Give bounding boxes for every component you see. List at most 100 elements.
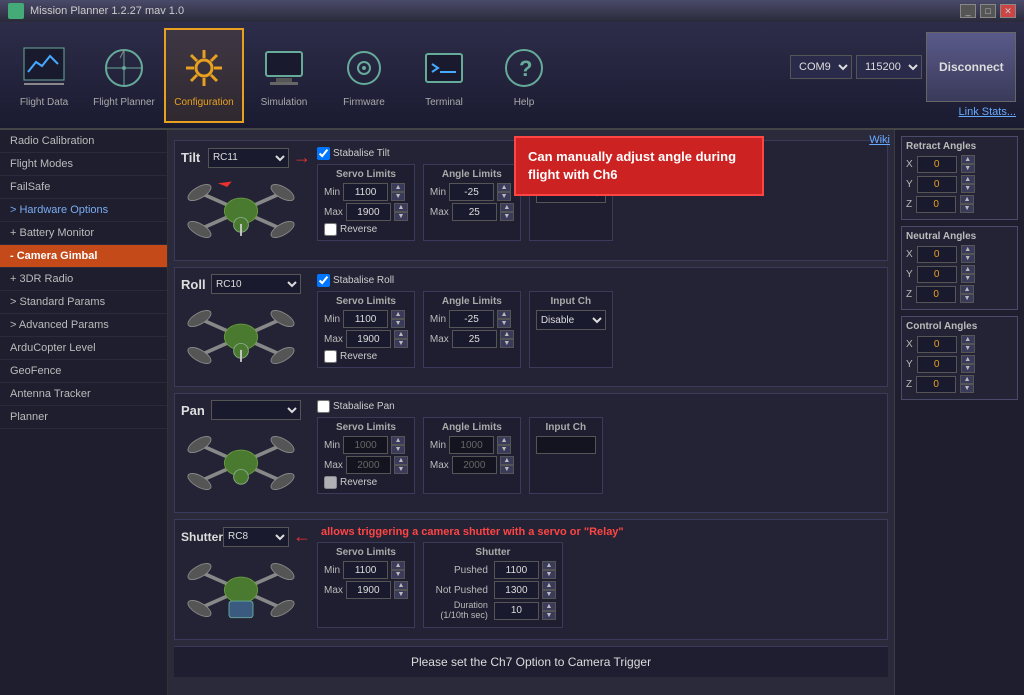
port-select[interactable]: COM9 (790, 55, 852, 79)
pan-stabilise-checkbox[interactable] (317, 400, 330, 413)
baud-select[interactable]: 115200 (856, 55, 922, 79)
tilt-angle-max-up[interactable]: ▲ (500, 203, 514, 212)
neutral-x-spin[interactable]: ▲ ▼ (961, 245, 975, 263)
shutter-duration-down[interactable]: ▼ (542, 611, 556, 620)
shutter-pushed-spin[interactable]: ▲ ▼ (542, 561, 556, 579)
shutter-pushed-up[interactable]: ▲ (542, 561, 556, 570)
roll-servo-min-up[interactable]: ▲ (391, 310, 405, 319)
control-y-spin[interactable]: ▲ ▼ (961, 355, 975, 373)
sidebar-item-standard-params[interactable]: > Standard Params (0, 291, 167, 314)
tilt-angle-min-spin[interactable]: ▲ ▼ (497, 183, 511, 201)
roll-angle-max-down[interactable]: ▼ (500, 339, 514, 348)
flight-planner-button[interactable]: Flight Planner (84, 28, 164, 123)
tilt-servo-max-input[interactable] (346, 203, 391, 221)
roll-servo-min-input[interactable] (343, 310, 388, 328)
tilt-angle-max-input[interactable] (452, 203, 497, 221)
neutral-x-input[interactable] (917, 246, 957, 263)
tilt-angle-min-down[interactable]: ▼ (497, 192, 511, 201)
roll-rc-select[interactable]: RC10RC11RC9 (211, 274, 301, 294)
neutral-y-up[interactable]: ▲ (961, 265, 975, 274)
link-stats-link[interactable]: Link Stats... (959, 106, 1016, 118)
roll-angle-min-down[interactable]: ▼ (497, 319, 511, 328)
retract-y-input[interactable] (917, 176, 957, 193)
retract-x-spin[interactable]: ▲ ▼ (961, 155, 975, 173)
shutter-duration-up[interactable]: ▲ (542, 602, 556, 611)
control-y-input[interactable] (917, 356, 957, 373)
shutter-servo-min-up[interactable]: ▲ (391, 561, 405, 570)
maximize-button[interactable]: □ (980, 4, 996, 18)
neutral-z-input[interactable] (916, 286, 956, 303)
shutter-rc-select[interactable]: RC8RC9Disable (223, 527, 289, 547)
pan-stabilise-check[interactable]: Stabalise Pan (317, 400, 395, 413)
neutral-x-up[interactable]: ▲ (961, 245, 975, 254)
control-y-up[interactable]: ▲ (961, 355, 975, 364)
shutter-not-pushed-input[interactable] (494, 581, 539, 599)
tilt-servo-max-spin[interactable]: ▲ ▼ (394, 203, 408, 221)
sidebar-item-arducopter-level[interactable]: ArduCopter Level (0, 337, 167, 360)
shutter-duration-spin[interactable]: ▲ ▼ (542, 602, 556, 620)
control-z-spin[interactable]: ▲ ▼ (960, 375, 974, 393)
roll-reverse-checkbox[interactable] (324, 350, 337, 363)
retract-z-input[interactable] (916, 196, 956, 213)
roll-servo-max-up[interactable]: ▲ (394, 330, 408, 339)
tilt-servo-max-up[interactable]: ▲ (394, 203, 408, 212)
terminal-button[interactable]: Terminal (404, 28, 484, 123)
shutter-pushed-down[interactable]: ▼ (542, 570, 556, 579)
window-controls[interactable]: _ □ ✕ (960, 4, 1016, 18)
roll-angle-max-input[interactable] (452, 330, 497, 348)
shutter-not-pushed-spin[interactable]: ▲ ▼ (542, 581, 556, 599)
retract-z-spin[interactable]: ▲ ▼ (960, 195, 974, 213)
roll-inputch-select[interactable]: DisableRC6RC7 (536, 310, 606, 330)
sidebar-item-antenna-tracker[interactable]: Antenna Tracker (0, 383, 167, 406)
roll-servo-min-spin[interactable]: ▲ ▼ (391, 310, 405, 328)
tilt-reverse-checkbox[interactable] (324, 223, 337, 236)
sidebar-item-hardware-options[interactable]: > Hardware Options (0, 199, 167, 222)
tilt-servo-min-down[interactable]: ▼ (391, 192, 405, 201)
tilt-servo-min-up[interactable]: ▲ (391, 183, 405, 192)
roll-stabilise-check[interactable]: Stabalise Roll (317, 274, 394, 287)
tilt-servo-min-spin[interactable]: ▲ ▼ (391, 183, 405, 201)
roll-angle-max-up[interactable]: ▲ (500, 330, 514, 339)
retract-x-down[interactable]: ▼ (961, 164, 975, 173)
sidebar-item-advanced-params[interactable]: > Advanced Params (0, 314, 167, 337)
control-x-spin[interactable]: ▲ ▼ (961, 335, 975, 353)
neutral-y-input[interactable] (917, 266, 957, 283)
firmware-button[interactable]: Firmware (324, 28, 404, 123)
configuration-button[interactable]: Configuration (164, 28, 244, 123)
retract-x-up[interactable]: ▲ (961, 155, 975, 164)
shutter-servo-max-input[interactable] (346, 581, 391, 599)
roll-stabilise-checkbox[interactable] (317, 274, 330, 287)
shutter-not-pushed-down[interactable]: ▼ (542, 590, 556, 599)
shutter-not-pushed-up[interactable]: ▲ (542, 581, 556, 590)
roll-angle-max-spin[interactable]: ▲ ▼ (500, 330, 514, 348)
neutral-z-spin[interactable]: ▲ ▼ (960, 285, 974, 303)
flight-data-button[interactable]: Flight Data (4, 28, 84, 123)
tilt-reverse-check[interactable]: Reverse (324, 223, 408, 236)
wiki-link[interactable]: Wiki (869, 134, 890, 146)
retract-y-up[interactable]: ▲ (961, 175, 975, 184)
roll-servo-max-input[interactable] (346, 330, 391, 348)
roll-servo-max-spin[interactable]: ▲ ▼ (394, 330, 408, 348)
roll-angle-min-spin[interactable]: ▲ ▼ (497, 310, 511, 328)
control-x-input[interactable] (917, 336, 957, 353)
tilt-servo-min-input[interactable] (343, 183, 388, 201)
shutter-pushed-input[interactable] (494, 561, 539, 579)
roll-servo-min-down[interactable]: ▼ (391, 319, 405, 328)
minimize-button[interactable]: _ (960, 4, 976, 18)
roll-reverse-check[interactable]: Reverse (324, 350, 408, 363)
sidebar-item-radio-calibration[interactable]: Radio Calibration (0, 130, 167, 153)
help-button[interactable]: ? Help (484, 28, 564, 123)
shutter-servo-min-input[interactable] (343, 561, 388, 579)
control-y-down[interactable]: ▼ (961, 364, 975, 373)
disconnect-button[interactable]: Disconnect (926, 32, 1016, 102)
roll-servo-max-down[interactable]: ▼ (394, 339, 408, 348)
tilt-stabilise-checkbox[interactable] (317, 147, 330, 160)
sidebar-item-planner[interactable]: Planner (0, 406, 167, 429)
roll-angle-min-up[interactable]: ▲ (497, 310, 511, 319)
neutral-z-down[interactable]: ▼ (960, 294, 974, 303)
tilt-angle-min-up[interactable]: ▲ (497, 183, 511, 192)
shutter-duration-input[interactable] (494, 602, 539, 620)
shutter-servo-min-down[interactable]: ▼ (391, 570, 405, 579)
pan-rc-select[interactable]: RC8RC9 (211, 400, 301, 420)
neutral-x-down[interactable]: ▼ (961, 254, 975, 263)
